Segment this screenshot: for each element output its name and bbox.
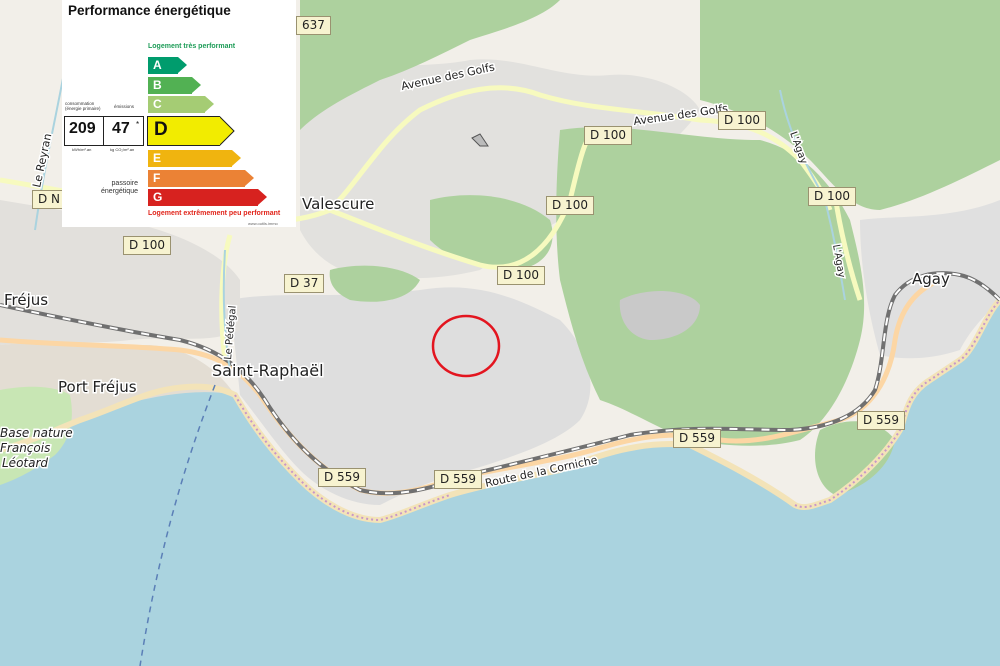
park-label-line-3: Léotard bbox=[2, 456, 48, 470]
place-label-agay: Agay bbox=[912, 270, 950, 288]
dpe-emissions-value: 47 bbox=[112, 120, 130, 137]
road-shield-d100: D 100 bbox=[123, 236, 171, 255]
dpe-values-box: 209 47 * bbox=[64, 116, 144, 146]
ferry-route bbox=[139, 384, 216, 666]
road-shield-d559: D 559 bbox=[434, 470, 482, 489]
energy-performance-label: Performance énergétique Logement très pe… bbox=[62, 0, 296, 227]
road-shield-d100: D 100 bbox=[718, 111, 766, 130]
dpe-passoire-label: passoire énergétique bbox=[101, 180, 138, 195]
park-label-line-1: Base nature bbox=[0, 426, 73, 440]
road-shield-d100: D 100 bbox=[497, 266, 545, 285]
place-label-valescure: Valescure bbox=[302, 195, 374, 213]
dpe-title: Performance énergétique bbox=[68, 3, 231, 18]
dpe-bottom-note: Logement extrêmement peu performant bbox=[148, 210, 281, 217]
road-shield-d100: D 100 bbox=[584, 126, 632, 145]
dpe-top-note: Logement très performant bbox=[148, 43, 236, 50]
road-shield-d100: D 100 bbox=[546, 196, 594, 215]
dpe-class-d-current: D bbox=[147, 116, 235, 146]
road-shield-d559: D 559 bbox=[673, 429, 721, 448]
forest-area bbox=[556, 127, 865, 446]
park-label-line-2: François bbox=[0, 441, 50, 455]
place-label-saint-raphael: Saint-Raphaël bbox=[212, 361, 324, 380]
dpe-consumption-unit: kWh/m².an bbox=[72, 147, 92, 152]
place-label-frejus: Fréjus bbox=[4, 291, 48, 309]
dpe-class-g: G bbox=[148, 189, 267, 206]
road-shield-d37: D 37 bbox=[284, 274, 325, 293]
dpe-consumption-label: consommation (énergie primaire) bbox=[65, 101, 101, 111]
dpe-class-a: A bbox=[148, 57, 188, 74]
dpe-source-url: www.outils.immo bbox=[248, 221, 278, 226]
road-shield-d559: D 559 bbox=[318, 468, 366, 487]
dpe-consumption-value: 209 bbox=[69, 120, 96, 137]
dpe-emissions-label: émissions bbox=[114, 104, 135, 109]
road-shield-d100: D 100 bbox=[808, 187, 856, 206]
dpe-class-c: C bbox=[148, 96, 214, 113]
road-shield-d559: D 559 bbox=[857, 411, 905, 430]
road-shield-637: 637 bbox=[296, 16, 331, 35]
dpe-class-f: F bbox=[148, 170, 254, 187]
dpe-class-b: B bbox=[148, 77, 201, 94]
dpe-emissions-star: * bbox=[136, 120, 140, 129]
dpe-emissions-unit: kg CO₂/m².an bbox=[110, 147, 135, 152]
dpe-class-e: E bbox=[148, 150, 241, 167]
road-shield-dn: D N bbox=[32, 190, 67, 209]
place-label-port-frejus: Port Fréjus bbox=[58, 378, 137, 396]
